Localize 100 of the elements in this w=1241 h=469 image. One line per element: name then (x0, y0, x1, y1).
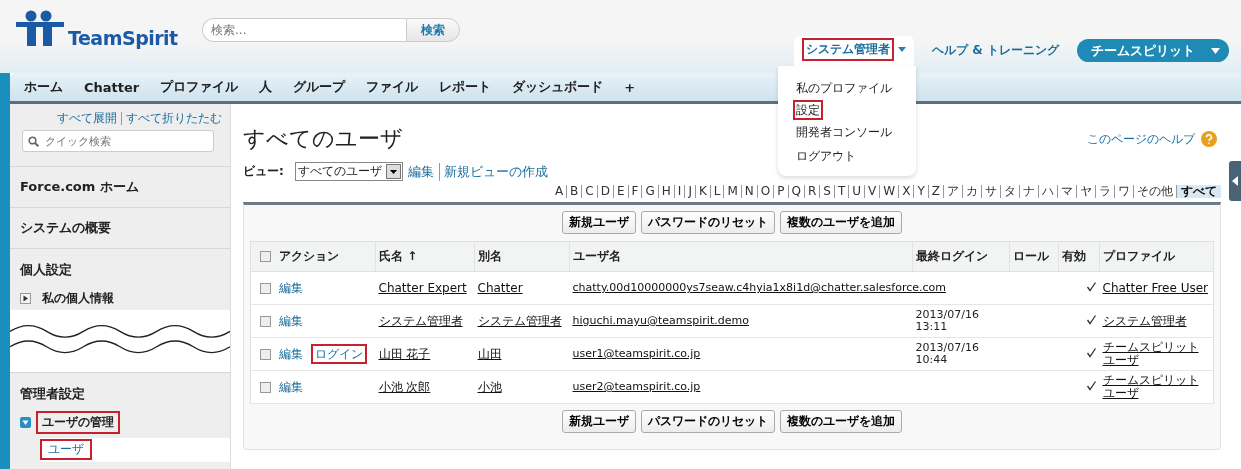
letter-filter[interactable]: K (694, 185, 707, 198)
username-link[interactable]: higuchi.mayu@teamspirit.demo (572, 314, 749, 327)
letter-filter[interactable]: T (833, 185, 846, 198)
letter-filter[interactable]: ワ (1114, 185, 1130, 198)
letter-filter[interactable]: A (551, 185, 564, 198)
column-header[interactable]: 別名 (478, 249, 502, 263)
letter-filter[interactable]: J (684, 185, 692, 198)
letter-filter[interactable]: その他 (1133, 185, 1173, 198)
action-button[interactable]: 複数のユーザを追加 (780, 211, 902, 234)
sidebar-subitem[interactable]: ユーザ (40, 439, 92, 460)
profile-link[interactable]: Chatter Free User (1102, 281, 1210, 295)
menu-item[interactable]: 開発者コンソール (793, 120, 896, 144)
action-link[interactable]: 編集 (275, 377, 307, 397)
letter-filter[interactable]: D (596, 185, 610, 198)
letter-filter[interactable]: P (773, 185, 785, 198)
app-menu-button[interactable]: チームスピリット (1077, 39, 1229, 62)
menu-item[interactable]: 私のプロファイル (793, 76, 896, 100)
letter-filter[interactable]: Z (927, 185, 940, 198)
letter-filter[interactable]: カ (962, 185, 978, 198)
letter-filter[interactable]: ナ (1019, 185, 1035, 198)
sidebar-item[interactable]: ユーザの管理 (36, 411, 120, 434)
row-checkbox[interactable] (260, 381, 271, 393)
nav-tab[interactable]: ダッシュボード (512, 78, 604, 96)
letter-filter[interactable]: E (613, 185, 625, 198)
letter-filter[interactable]: U (848, 185, 862, 198)
menu-item[interactable]: 設定 (793, 100, 824, 120)
username-link[interactable]: user2@teamspirit.co.jp (572, 380, 701, 393)
letter-filter[interactable]: N (740, 185, 754, 198)
letter-filter[interactable]: L (709, 185, 721, 198)
name-link[interactable]: 山田 花子 (378, 347, 472, 361)
nav-tab[interactable]: グループ (293, 78, 346, 96)
letter-filter[interactable]: R (804, 185, 817, 198)
letter-filter[interactable]: H (657, 185, 671, 198)
row-checkbox[interactable] (260, 348, 271, 360)
profile-link[interactable]: チームスピリットユーザ (1102, 374, 1210, 400)
action-button[interactable]: パスワードのリセット (641, 211, 775, 234)
new-view-link[interactable]: 新規ビューの作成 (438, 162, 548, 181)
action-link[interactable]: 編集 (275, 344, 307, 364)
letter-filter[interactable]: C (581, 185, 594, 198)
letter-filter[interactable]: Y (913, 185, 925, 198)
letter-filter[interactable]: I (673, 185, 682, 198)
letter-filter[interactable]: W (879, 185, 896, 198)
collapse-icon[interactable] (20, 417, 31, 428)
menu-item[interactable]: ログアウト (793, 144, 860, 168)
letter-filter[interactable]: マ (1057, 185, 1073, 198)
letter-filter[interactable]: ラ (1095, 185, 1111, 198)
letter-filter[interactable]: X (898, 185, 911, 198)
sidebar-toggle-handle[interactable] (1229, 161, 1241, 201)
view-dropdown[interactable]: すべてのユーザ (294, 162, 403, 181)
nav-tab[interactable]: レポート (439, 78, 492, 96)
search-field[interactable]: 検索... (202, 18, 406, 42)
username-link[interactable]: user1@teamspirit.co.jp (572, 347, 701, 360)
edit-view-link[interactable]: 編集 (407, 162, 434, 181)
action-link[interactable]: 編集 (275, 278, 307, 298)
sidebar-heading[interactable]: Force.com ホーム (20, 178, 139, 196)
collapse-all-link[interactable]: すべて折りたたむ (121, 112, 222, 125)
help-link[interactable]: ヘルプ & トレーニング (932, 42, 1059, 59)
letter-filter[interactable]: タ (1000, 185, 1016, 198)
expand-all-link[interactable]: すべて展開 (57, 112, 117, 125)
letter-filter[interactable]: ヤ (1076, 185, 1092, 198)
alias-link[interactable]: 小池 (477, 380, 567, 394)
alias-link[interactable]: Chatter (477, 281, 567, 295)
letter-filter[interactable]: B (566, 185, 579, 198)
action-button[interactable]: 複数のユーザを追加 (780, 410, 902, 433)
nav-tab[interactable]: Chatter (84, 79, 140, 95)
letter-filter[interactable]: サ (981, 185, 997, 198)
sidebar-heading[interactable]: システムの概要 (20, 219, 111, 237)
profile-link[interactable]: システム管理者 (1102, 314, 1210, 328)
letter-filter[interactable]: ア (943, 185, 959, 198)
column-header[interactable]: 氏名 ↑ (379, 249, 418, 263)
alias-link[interactable]: 山田 (477, 347, 567, 361)
letter-filter[interactable]: V (864, 185, 877, 198)
user-menu-button[interactable]: システム管理者 (802, 38, 895, 61)
username-link[interactable]: chatty.00d10000000ys7seaw.c4hyia1x8i1d@chatter.salesforce.com (572, 281, 946, 294)
action-button[interactable]: 新規ユーザ (562, 211, 636, 234)
column-header[interactable]: ユーザ名 (573, 249, 621, 263)
action-link[interactable]: ログイン (311, 344, 367, 364)
alias-link[interactable]: システム管理者 (477, 314, 567, 328)
search-button[interactable]: 検索 (406, 18, 460, 42)
sidebar-item[interactable]: 私の個人情報 (36, 287, 120, 310)
letter-filter[interactable]: G (641, 185, 655, 198)
letter-filter[interactable]: F (627, 185, 639, 198)
select-all-checkbox[interactable] (260, 251, 271, 262)
letter-filter[interactable]: ハ (1038, 185, 1054, 198)
quick-search-field[interactable]: クイック検索 (22, 130, 214, 152)
expand-icon[interactable] (20, 293, 31, 304)
action-button[interactable]: パスワードのリセット (641, 410, 775, 433)
row-checkbox[interactable] (260, 282, 271, 294)
nav-tab[interactable]: ファイル (366, 78, 419, 96)
letter-filter[interactable]: O (756, 185, 771, 198)
nav-tab[interactable]: + (624, 79, 636, 95)
profile-link[interactable]: チームスピリットユーザ (1102, 341, 1210, 367)
nav-tab[interactable]: ホーム (24, 78, 63, 96)
name-link[interactable]: Chatter Expert (378, 281, 472, 295)
nav-tab[interactable]: 人 (259, 78, 273, 96)
letter-filter[interactable]: S (819, 185, 831, 198)
name-link[interactable]: 小池 次郎 (378, 380, 472, 394)
nav-tab[interactable]: プロファイル (160, 78, 239, 96)
action-link[interactable]: 編集 (275, 311, 307, 331)
action-button[interactable]: 新規ユーザ (562, 410, 636, 433)
